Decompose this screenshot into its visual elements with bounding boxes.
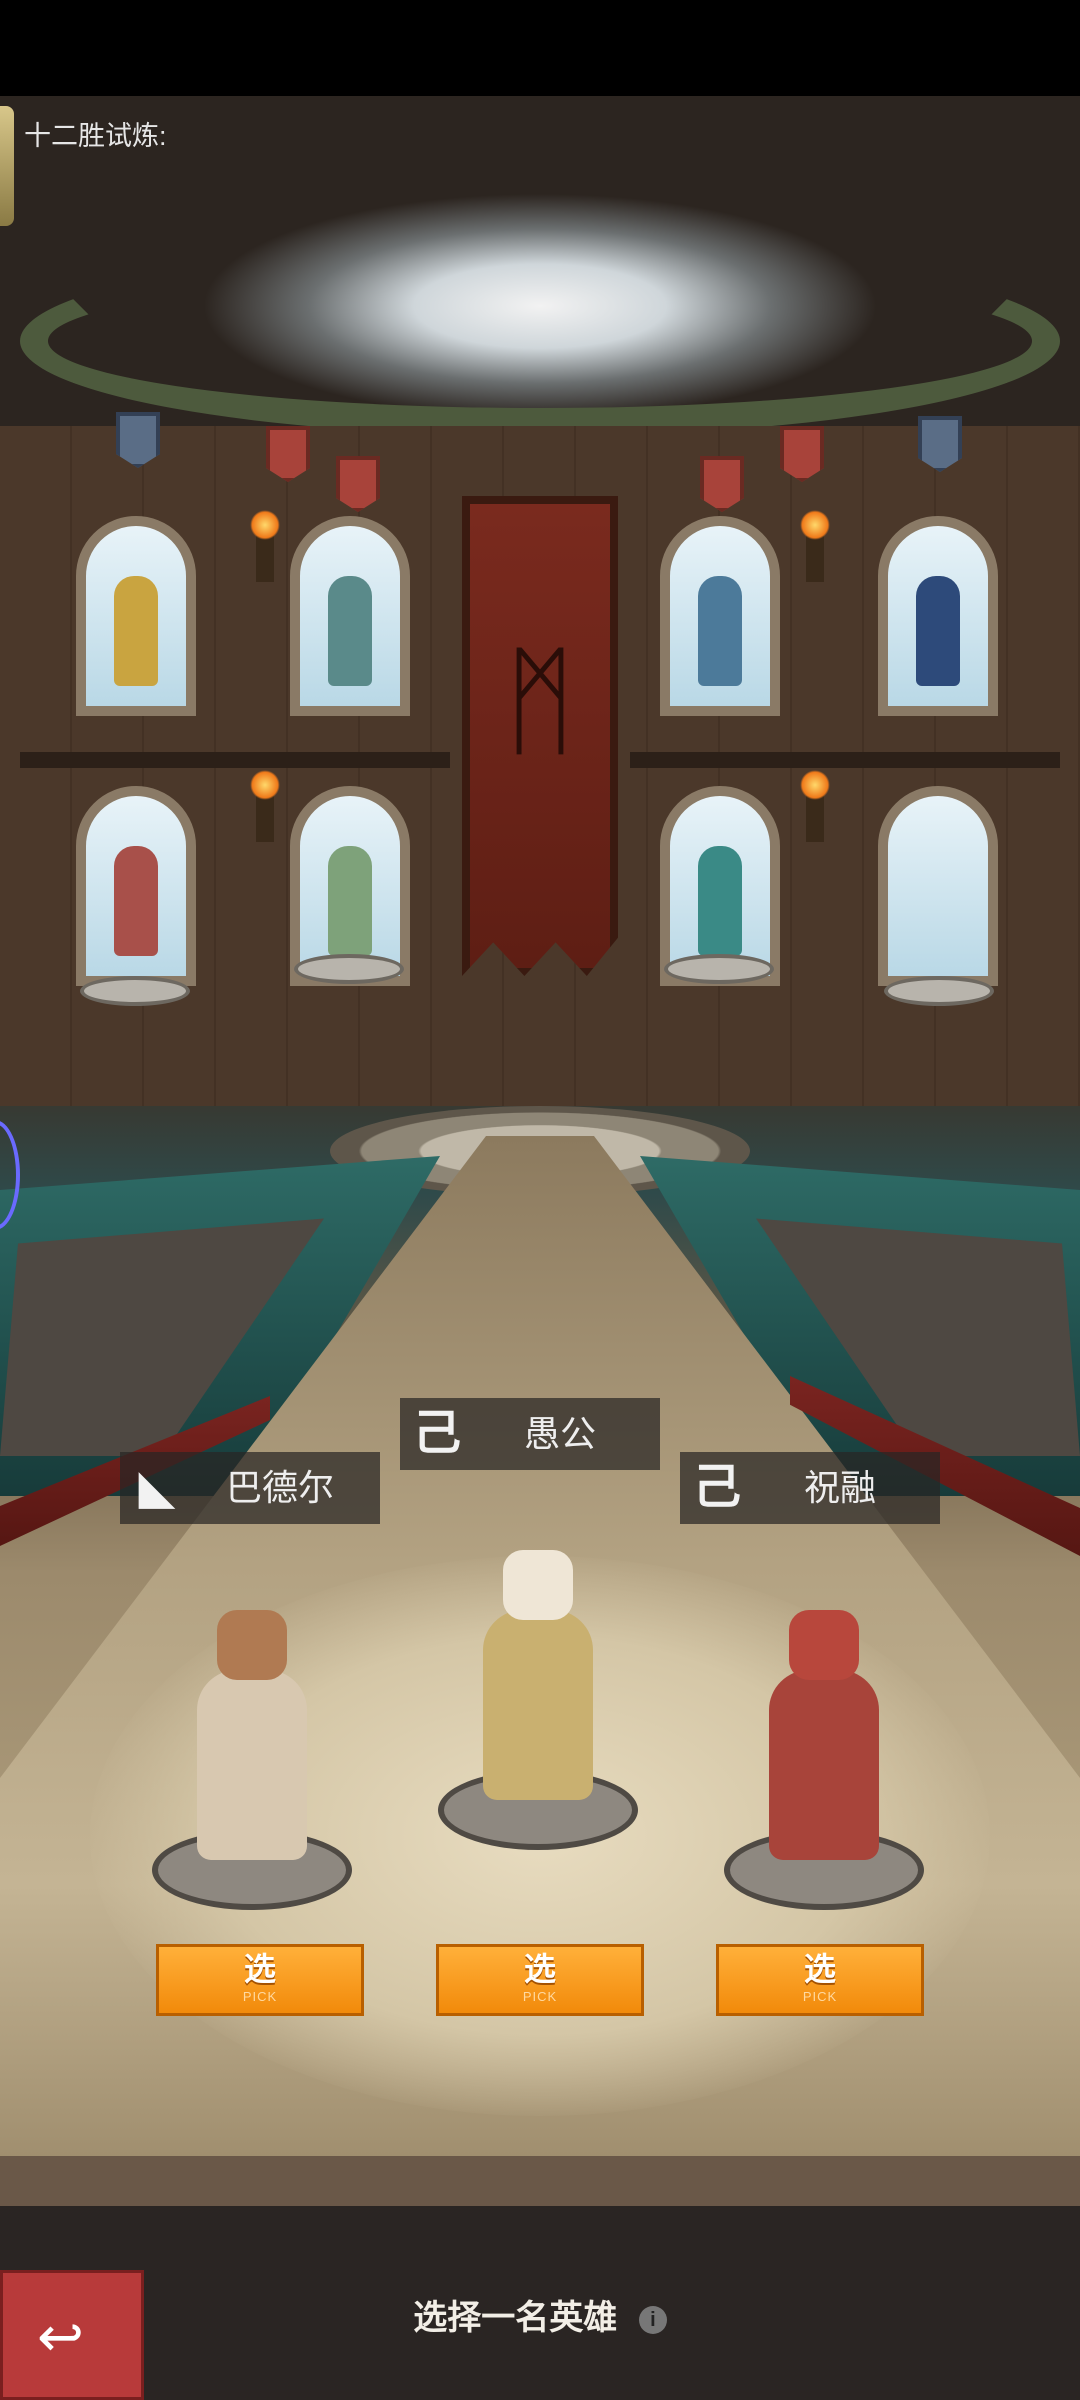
statue-pedestal xyxy=(884,976,994,1006)
shelf xyxy=(630,752,1060,768)
trial-title-text: 十二胜试炼: xyxy=(24,121,167,151)
statue-figure xyxy=(328,846,372,956)
hero-name-tag-2: 己 愚公 xyxy=(400,1398,660,1470)
wall-torch xyxy=(250,770,280,842)
prompt-text: 选择一名英雄 xyxy=(413,2299,618,2337)
statue-pedestal xyxy=(664,954,774,984)
hero-body xyxy=(769,1670,879,1860)
trophy-niche xyxy=(878,786,998,986)
pick-sub-label: PICK xyxy=(802,1989,838,2004)
info-icon[interactable]: i xyxy=(632,2300,673,2340)
hero-name: 愚公 xyxy=(523,1413,596,1454)
pick-sub-label: PICK xyxy=(242,1989,278,2004)
statue-figure xyxy=(328,576,372,686)
pick-button-3[interactable]: 选 PICK xyxy=(716,1944,924,2016)
pick-label: 选 xyxy=(243,1951,276,1987)
info-glyph: i xyxy=(649,2309,656,2332)
wall-torch xyxy=(800,770,830,842)
pick-sub-label: PICK xyxy=(522,1989,558,2004)
statue-figure xyxy=(916,576,960,686)
hero-head xyxy=(789,1610,859,1680)
wall-torch xyxy=(250,510,280,582)
hero-body xyxy=(197,1670,307,1860)
choose-hero-prompt: 选择一名英雄 i xyxy=(0,2290,1080,2340)
statue-figure xyxy=(698,846,742,956)
statue-figure xyxy=(114,576,158,686)
trophy-niche xyxy=(76,516,196,716)
hero-body xyxy=(483,1610,593,1800)
hero-head xyxy=(503,1550,573,1620)
floor-edge xyxy=(0,2156,1080,2206)
pick-button-1[interactable]: 选 PICK xyxy=(156,1944,364,2016)
hero-head xyxy=(217,1610,287,1680)
trophy-niche xyxy=(878,516,998,716)
status-bar xyxy=(0,0,1080,96)
pick-label: 选 xyxy=(803,1951,836,1987)
trophy-niche xyxy=(290,516,410,716)
hero-name: 巴德尔 xyxy=(225,1467,334,1508)
trophy-niche xyxy=(76,786,196,986)
title-gem xyxy=(0,106,14,226)
banner-rune: ᛗ xyxy=(504,634,576,768)
statue-pedestal xyxy=(294,954,404,984)
trial-title: 十二胜试炼: xyxy=(0,96,400,226)
arena-scene: ᛗ xyxy=(0,96,1080,2206)
wall-torch xyxy=(800,510,830,582)
pick-label: 选 xyxy=(523,1951,556,1987)
statue-figure xyxy=(698,576,742,686)
statue-figure xyxy=(114,846,158,956)
shelf xyxy=(20,752,450,768)
pick-button-2[interactable]: 选 PICK xyxy=(436,1944,644,2016)
hero-name: 祝融 xyxy=(803,1467,876,1508)
dome-ring xyxy=(20,246,1060,436)
hero-name-tag-3: 己 祝融 xyxy=(680,1452,940,1524)
trophy-niche xyxy=(660,516,780,716)
statue-pedestal xyxy=(80,976,190,1006)
hero-name-tag-1: ◣ 巴德尔 xyxy=(120,1452,380,1524)
